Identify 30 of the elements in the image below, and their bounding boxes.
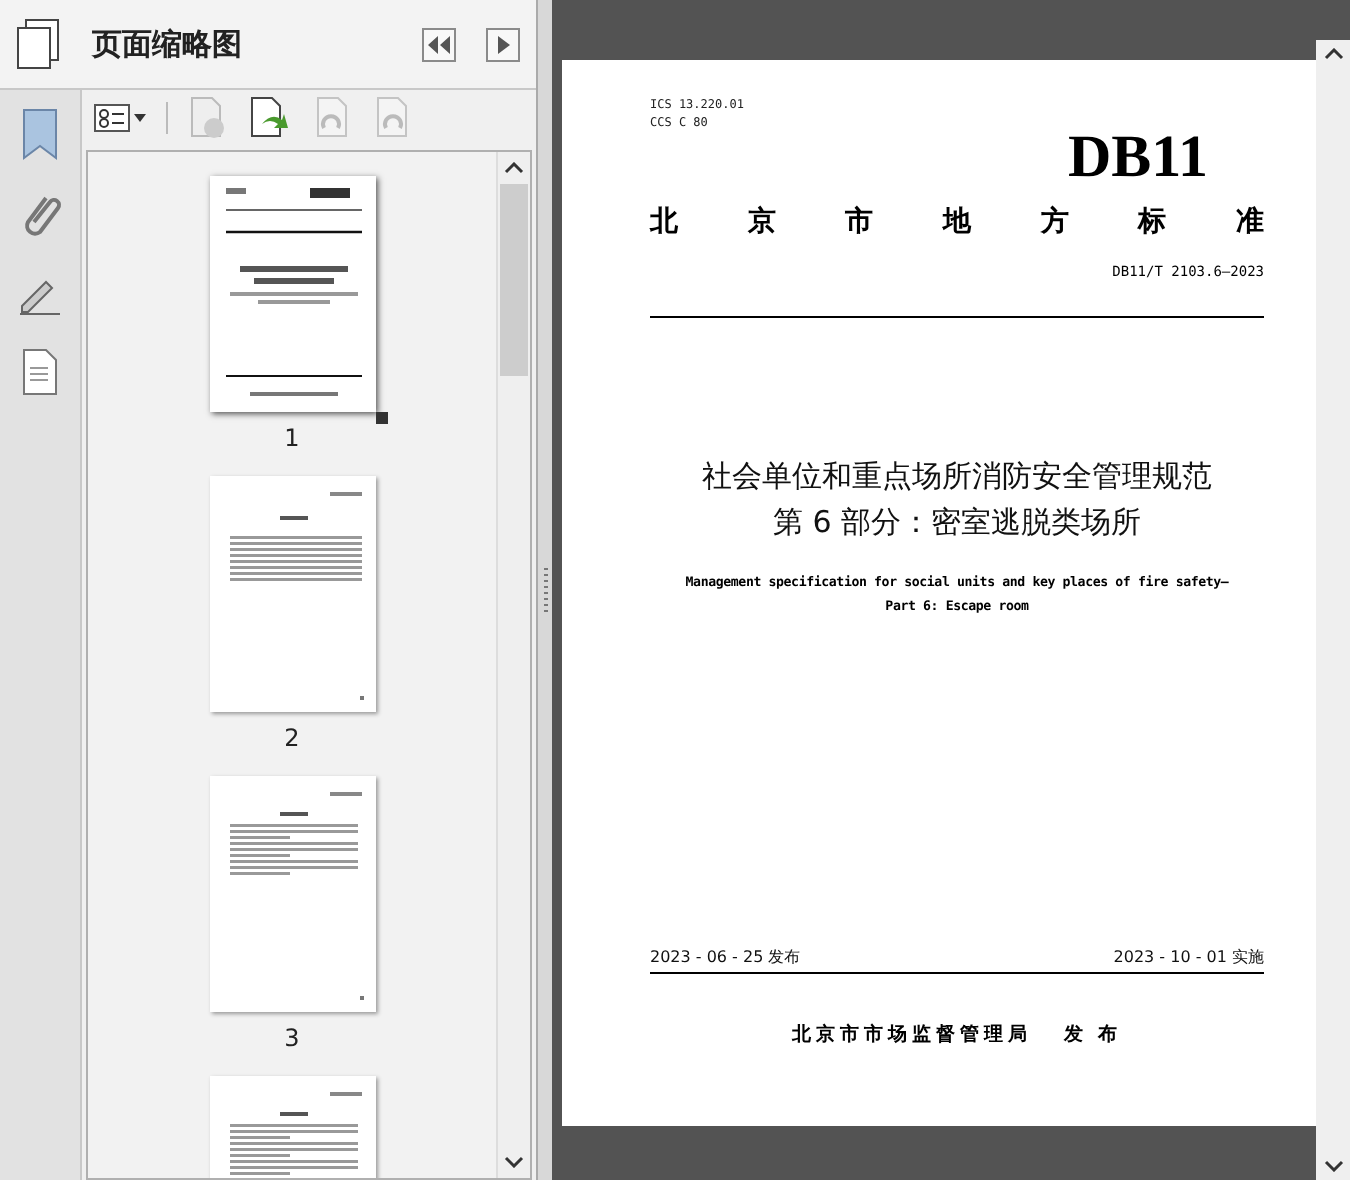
resize-handle[interactable] <box>375 412 387 424</box>
caret-icon <box>134 114 146 122</box>
page-number: 3 <box>284 1024 300 1052</box>
page-thumbnail[interactable] <box>209 776 375 1012</box>
page-thumbnail[interactable] <box>209 476 375 712</box>
standard-type: 北京市地方标准 <box>650 204 1264 240</box>
options-menu-button[interactable] <box>94 104 146 132</box>
scroll-thumb[interactable] <box>500 184 528 376</box>
document-title: 第 6 部分：密室逃脱类场所 <box>770 502 1144 544</box>
issue-label: 发 布 <box>1063 1022 1123 1048</box>
issuer: 北京市市场监督管理局 <box>791 1022 1032 1048</box>
page-thumbnail[interactable] <box>209 176 375 412</box>
scroll-up-icon[interactable] <box>504 162 524 174</box>
effective-date: 2023 - 10 - 01 实施 <box>1113 946 1264 968</box>
insert-page-icon[interactable] <box>248 96 292 140</box>
page-number: 1 <box>284 424 300 452</box>
issue-date: 2023 - 06 - 25 发布 <box>650 946 801 968</box>
scroll-down-icon[interactable] <box>504 1156 524 1168</box>
page-number: 2 <box>284 724 300 752</box>
double-triangle-left-icon <box>428 35 450 53</box>
triangle-right-icon <box>497 35 509 53</box>
collapse-button[interactable] <box>422 27 456 61</box>
bookmark-icon[interactable] <box>20 106 60 162</box>
document-title: 社会单位和重点场所消防安全管理规范 <box>700 456 1214 498</box>
document-icon[interactable] <box>20 346 60 398</box>
scroll-up-icon[interactable] <box>1323 48 1343 60</box>
panel-title: 页面缩略图 <box>92 25 244 63</box>
standard-code: DB11 <box>1067 128 1208 188</box>
expand-button[interactable] <box>486 27 520 61</box>
scroll-down-icon[interactable] <box>1323 1160 1343 1172</box>
